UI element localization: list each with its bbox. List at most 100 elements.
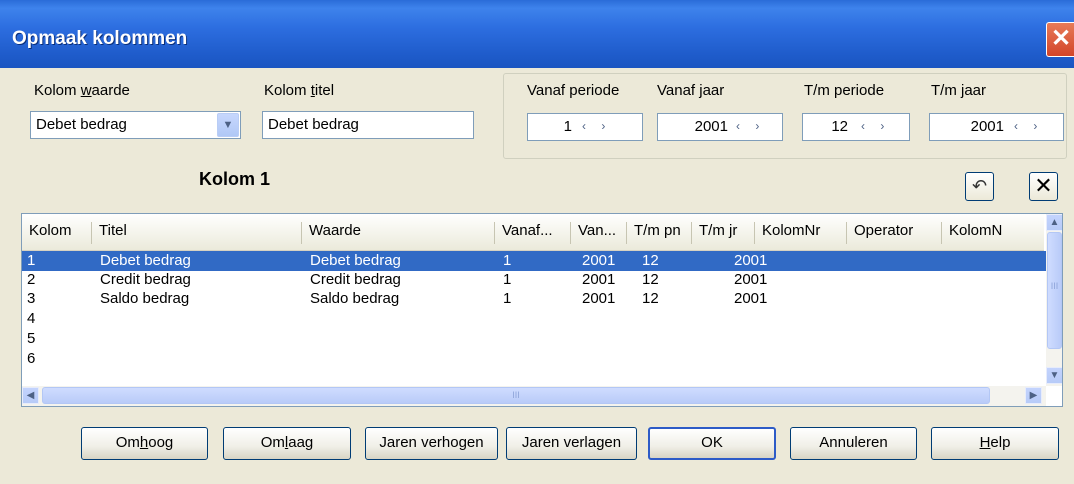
cell-tmjr: 2001 [734, 271, 768, 288]
label-part: oog [148, 434, 174, 451]
cell-tmjr: 2001 [734, 290, 768, 307]
cell-tmpn: 12 [642, 252, 659, 269]
label-part: Kolom [34, 82, 81, 99]
jaren-verhogen-button[interactable]: Jaren verhogen [365, 427, 498, 460]
list-row[interactable]: 1 Debet bedrag Debet bedrag 1 2001 12 20… [22, 251, 1046, 271]
kolom-titel-input[interactable]: Debet bedrag [262, 111, 474, 139]
column-header[interactable]: Waarde [302, 222, 495, 244]
cell-van: 2001 [582, 252, 616, 269]
cell-kolom: 5 [27, 330, 36, 347]
column-header[interactable]: Kolom [22, 222, 92, 244]
column-header[interactable]: Vanaf... [495, 222, 571, 244]
window-title: Opmaak kolommen [12, 28, 188, 49]
delete-button[interactable]: ✕ [1029, 172, 1058, 201]
cell-titel: Debet bedrag [100, 252, 191, 269]
vanaf-periode-spinner[interactable]: 1 ‹ › [527, 113, 643, 141]
cell-titel: Credit bedrag [100, 271, 191, 288]
column-header[interactable]: Operator [847, 222, 942, 244]
column-header[interactable]: T/m pn [627, 222, 692, 244]
cell-tmpn: 12 [642, 271, 659, 288]
scroll-left-icon[interactable]: ◀ [22, 387, 39, 404]
column-header[interactable]: Van... [571, 222, 627, 244]
list-row[interactable]: 2 Credit bedrag Credit bedrag 1 2001 12 … [22, 270, 1046, 290]
help-button[interactable]: Help [931, 427, 1059, 460]
column-list[interactable]: Kolom Titel Waarde Vanaf... Van... T/m p… [21, 213, 1063, 407]
list-row[interactable]: 4 [22, 309, 1046, 329]
cell-waarde: Debet bedrag [310, 252, 401, 269]
label-part: aarde [91, 82, 130, 99]
delete-icon: ✕ [1034, 173, 1053, 198]
grip-icon: III [512, 390, 520, 400]
list-row[interactable]: 3 Saldo bedrag Saldo bedrag 1 2001 12 20… [22, 289, 1046, 309]
annuleren-button[interactable]: Annuleren [790, 427, 917, 460]
label-part: elp [990, 434, 1011, 451]
horizontal-scroll-thumb[interactable]: III [42, 387, 990, 404]
cell-kolom: 4 [27, 310, 36, 327]
label-accel: H [979, 434, 991, 451]
omlaag-button[interactable]: Omlaag [223, 427, 351, 460]
cell-titel: Saldo bedrag [100, 290, 190, 307]
tm-periode-spinner[interactable]: 12 ‹ › [802, 113, 910, 141]
cell-waarde: Credit bedrag [310, 271, 401, 288]
kolom-titel-value: Debet bedrag [268, 116, 359, 133]
vertical-scroll-thumb[interactable]: III [1047, 232, 1062, 349]
list-header: Kolom Titel Waarde Vanaf... Van... T/m p… [22, 214, 1044, 252]
label-accel: w [80, 82, 92, 99]
tm-jaar-label: T/m jaar [931, 82, 987, 99]
column-header[interactable]: T/m jr [692, 222, 755, 244]
scroll-up-icon[interactable]: ▲ [1046, 214, 1062, 231]
vanaf-jaar-value: 2001 [694, 118, 728, 135]
dialog-window: Opmaak kolommen ✕ Kolom waarde Debet bed… [0, 0, 1074, 484]
column-header[interactable]: KolomN [942, 222, 1046, 244]
omhoog-button[interactable]: Omhoog [81, 427, 208, 460]
label-part: aag [288, 434, 314, 451]
vanaf-periode-value: 1 [563, 118, 572, 135]
spin-arrows-icon[interactable]: ‹ › [736, 119, 765, 133]
grip-icon: III [1050, 281, 1059, 291]
cell-tmpn: 12 [642, 290, 659, 307]
label-part: Kolom [264, 82, 311, 99]
spin-arrows-icon[interactable]: ‹ › [1014, 119, 1043, 133]
close-icon: ✕ [1050, 25, 1072, 52]
tm-jaar-spinner[interactable]: 2001 ‹ › [929, 113, 1064, 141]
close-button[interactable]: ✕ [1046, 22, 1074, 57]
cell-kolom: 1 [27, 252, 36, 269]
kolom-titel-label: Kolom titel [264, 82, 334, 99]
kolom-waarde-value: Debet bedrag [36, 116, 127, 133]
scroll-down-icon[interactable]: ▼ [1046, 367, 1062, 384]
chevron-down-icon[interactable]: ▼ [217, 113, 239, 137]
scroll-right-icon[interactable]: ▶ [1025, 387, 1042, 404]
label-part: Om [260, 434, 285, 451]
column-header[interactable]: Titel [92, 222, 302, 244]
kolom-waarde-combobox[interactable]: Debet bedrag ▼ [30, 111, 241, 139]
cell-vanaf: 1 [503, 252, 512, 269]
vanaf-jaar-label: Vanaf jaar [657, 82, 725, 99]
list-row[interactable]: 6 [22, 349, 1046, 369]
label-accel: h [139, 434, 149, 451]
tm-periode-value: 12 [831, 118, 848, 135]
ok-button[interactable]: OK [648, 427, 776, 460]
tm-periode-label: T/m periode [804, 82, 885, 99]
tm-jaar-value: 2001 [970, 118, 1004, 135]
cell-vanaf: 1 [503, 290, 512, 307]
spin-arrows-icon[interactable]: ‹ › [582, 119, 611, 133]
undo-icon: ↶ [971, 176, 988, 196]
cell-van: 2001 [582, 290, 616, 307]
label-part: itel [314, 82, 335, 99]
label-part: Om [115, 434, 140, 451]
cell-kolom: 2 [27, 271, 36, 288]
cell-vanaf: 1 [503, 271, 512, 288]
spin-arrows-icon[interactable]: ‹ › [861, 119, 890, 133]
list-row[interactable]: 5 [22, 329, 1046, 349]
undo-button[interactable]: ↶ [965, 172, 994, 201]
cell-kolom: 6 [27, 350, 36, 367]
vanaf-jaar-spinner[interactable]: 2001 ‹ › [657, 113, 783, 141]
kolom-waarde-label: Kolom waarde [34, 82, 130, 99]
jaren-verlagen-button[interactable]: Jaren verlagen [506, 427, 637, 460]
column-header[interactable]: KolomNr [755, 222, 847, 244]
horizontal-scrollbar[interactable]: ◀ III ▶ [22, 386, 1046, 406]
vertical-scrollbar[interactable]: ▲ III ▼ [1046, 214, 1062, 386]
title-bar[interactable]: Opmaak kolommen ✕ [0, 0, 1074, 68]
cell-van: 2001 [582, 271, 616, 288]
cell-tmjr: 2001 [734, 252, 768, 269]
